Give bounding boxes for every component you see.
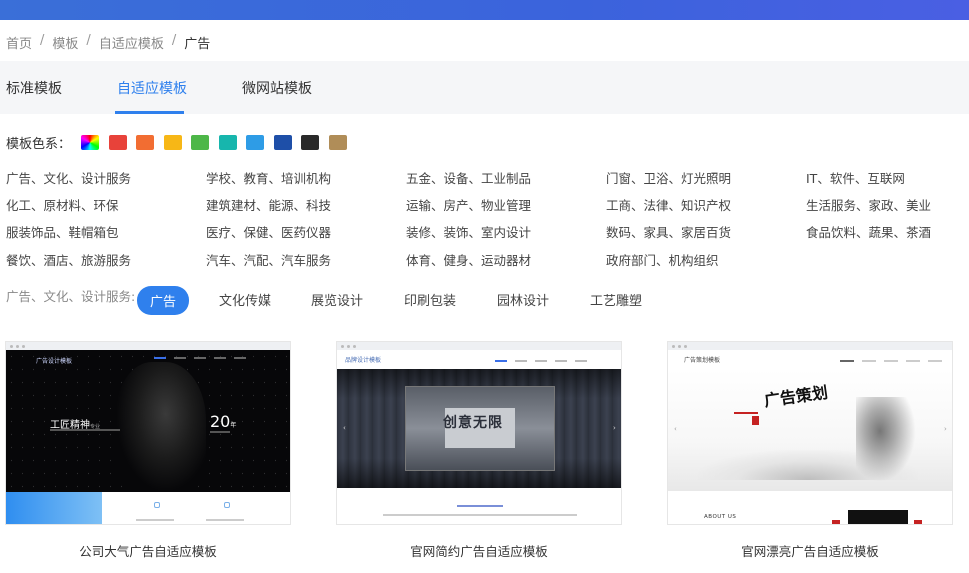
category-item[interactable]: 服装饰品、鞋帽箱包 bbox=[6, 222, 119, 241]
category-item[interactable]: 广告、文化、设计服务 bbox=[6, 168, 131, 187]
preview-window-chrome bbox=[668, 342, 952, 350]
template-card-3[interactable]: 广告策划模板 广告策划 ‹ › ABOUT US bbox=[667, 341, 953, 525]
subcategory-culture-media[interactable]: 文化传媒 bbox=[219, 290, 271, 309]
template-title[interactable]: 官网简约广告自适应模板 bbox=[336, 541, 622, 560]
subcategory-craft-sculpture[interactable]: 工艺雕塑 bbox=[590, 290, 642, 309]
preview-red-line bbox=[734, 412, 758, 414]
preview-window-chrome bbox=[6, 342, 290, 350]
preview-logo: 广告策划模板 bbox=[684, 357, 721, 364]
preview-text-line bbox=[210, 431, 230, 433]
preview-ink-lotus bbox=[856, 397, 916, 482]
swatch-red[interactable] bbox=[108, 135, 127, 150]
subcategory-print-packaging[interactable]: 印刷包装 bbox=[404, 290, 456, 309]
preview-headline: 创意无限 bbox=[443, 415, 503, 431]
chevron-left-icon: ‹ bbox=[343, 424, 346, 432]
template-card-1[interactable]: 广告设计模板 工匠精神专业 20年 bbox=[5, 341, 291, 525]
category-item[interactable]: 医疗、保健、医药仪器 bbox=[206, 222, 331, 241]
category-item[interactable]: 建筑建材、能源、科技 bbox=[206, 195, 331, 214]
template-title[interactable]: 公司大气广告自适应模板 bbox=[5, 541, 291, 560]
preview-red-block bbox=[914, 520, 922, 524]
category-item[interactable]: 学校、教育、培训机构 bbox=[206, 168, 331, 187]
breadcrumb-separator: / bbox=[86, 33, 91, 48]
preview-number: 20年 bbox=[210, 412, 237, 431]
template-card-2[interactable]: 品牌设计模板 创意无限 ‹ › bbox=[336, 341, 622, 525]
template-title[interactable]: 官网漂亮广告自适应模板 bbox=[667, 541, 953, 560]
breadcrumb-current: 广告 bbox=[184, 37, 211, 52]
category-item[interactable]: 五金、设备、工业制品 bbox=[406, 168, 531, 187]
preview-text-line bbox=[206, 519, 244, 521]
preview-text-line bbox=[383, 514, 577, 516]
preview-logo: 品牌设计模板 bbox=[345, 357, 382, 364]
subcategory-label: 广告、文化、设计服务: bbox=[6, 289, 136, 304]
tab-micro-site[interactable]: 微网站模板 bbox=[242, 78, 312, 98]
swatch-navy[interactable] bbox=[273, 135, 292, 150]
subcategory-ad[interactable]: 广告 bbox=[137, 286, 190, 315]
breadcrumb-separator: / bbox=[171, 33, 177, 48]
category-item[interactable]: 食品饮料、蔬果、茶酒 bbox=[806, 222, 931, 241]
category-item[interactable]: 运输、房产、物业管理 bbox=[406, 195, 531, 214]
preview-logo: 广告设计模板 bbox=[36, 358, 73, 365]
category-item[interactable]: 餐饮、酒店、旅游服务 bbox=[6, 250, 131, 269]
preview-nav bbox=[495, 360, 587, 362]
preview-dark-block bbox=[848, 510, 908, 524]
category-item[interactable]: 化工、原材料、环保 bbox=[6, 195, 119, 214]
preview-window-chrome bbox=[337, 342, 621, 350]
preview-nav bbox=[154, 357, 246, 359]
swatch-green[interactable] bbox=[191, 135, 210, 150]
swatch-multicolor[interactable] bbox=[81, 135, 100, 150]
category-item[interactable]: 装修、装饰、室内设计 bbox=[406, 222, 531, 241]
category-item[interactable]: 门窗、卫浴、灯光照明 bbox=[606, 168, 731, 187]
breadcrumb-home[interactable]: 首页 bbox=[6, 33, 32, 52]
preview-about-heading: ABOUT US bbox=[704, 514, 737, 520]
swatch-black[interactable] bbox=[301, 135, 320, 150]
active-tab-indicator bbox=[115, 111, 184, 114]
category-item[interactable]: 汽车、汽配、汽车服务 bbox=[206, 250, 331, 269]
swatch-sky-blue[interactable] bbox=[246, 135, 265, 150]
tab-adaptive[interactable]: 自适应模板 bbox=[117, 78, 187, 98]
category-item[interactable]: 工商、法律、知识产权 bbox=[606, 195, 731, 214]
swatch-yellow[interactable] bbox=[163, 135, 182, 150]
preview-red-block bbox=[832, 520, 840, 524]
color-filter-label: 模板色系： bbox=[6, 137, 72, 152]
preview-feature-icon bbox=[154, 502, 160, 508]
template-tabs: 标准模板 自适应模板 微网站模板 bbox=[0, 61, 969, 114]
top-header-bar bbox=[0, 0, 969, 20]
breadcrumb: 首页 / 模板 / 自适应模板 / 广告 bbox=[6, 33, 210, 52]
category-item[interactable]: 数码、家具、家居百货 bbox=[606, 222, 731, 241]
swatch-gold[interactable] bbox=[328, 135, 347, 150]
preview-nav bbox=[840, 360, 942, 362]
preview-blue-block bbox=[6, 492, 102, 524]
category-item[interactable]: 生活服务、家政、美业 bbox=[806, 195, 931, 214]
category-item[interactable]: 政府部门、机构组织 bbox=[606, 250, 719, 269]
chevron-right-icon: › bbox=[944, 425, 947, 433]
category-item[interactable]: 体育、健身、运动器材 bbox=[406, 250, 531, 269]
breadcrumb-adaptive[interactable]: 自适应模板 bbox=[99, 33, 164, 52]
breadcrumb-separator: / bbox=[40, 33, 45, 48]
preview-text-line bbox=[136, 519, 174, 521]
tab-standard[interactable]: 标准模板 bbox=[6, 78, 62, 98]
breadcrumb-templates[interactable]: 模板 bbox=[52, 33, 78, 52]
chevron-right-icon: › bbox=[613, 424, 616, 432]
chevron-left-icon: ‹ bbox=[674, 425, 677, 433]
preview-text-line bbox=[457, 505, 503, 507]
subcategory-exhibition-design[interactable]: 展览设计 bbox=[311, 290, 363, 309]
preview-portrait bbox=[116, 362, 206, 492]
preview-feature-icon bbox=[224, 502, 230, 508]
swatch-orange[interactable] bbox=[136, 135, 155, 150]
subcategory-filter: 广告、文化、设计服务: bbox=[6, 286, 135, 305]
preview-text-line bbox=[50, 429, 120, 431]
category-item[interactable]: IT、软件、互联网 bbox=[806, 168, 905, 187]
color-filter: 模板色系： bbox=[6, 133, 356, 152]
swatch-teal[interactable] bbox=[218, 135, 237, 150]
preview-seal bbox=[752, 416, 759, 425]
subcategory-garden-design[interactable]: 园林设计 bbox=[497, 290, 549, 309]
